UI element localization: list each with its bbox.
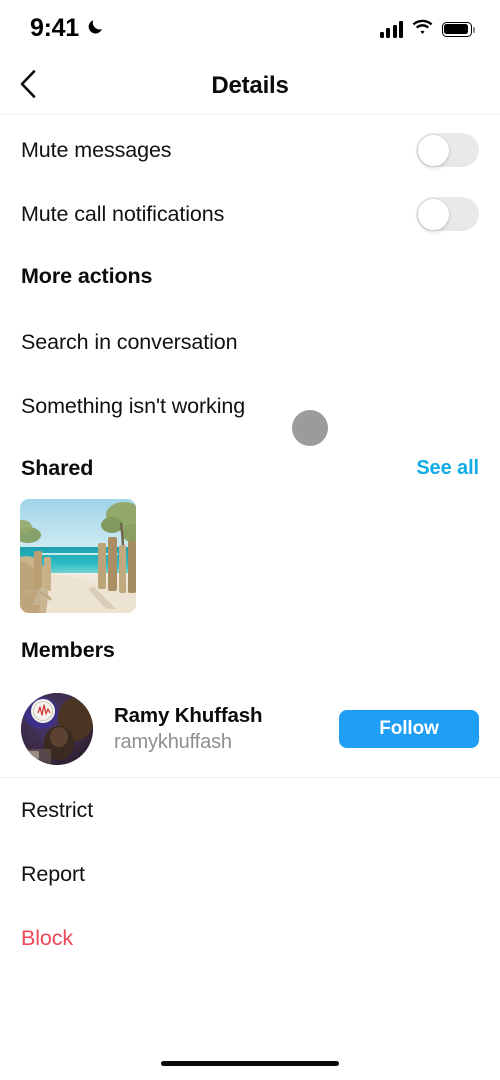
- mute-messages-row[interactable]: Mute messages: [0, 118, 500, 182]
- mute-messages-label: Mute messages: [21, 137, 172, 162]
- follow-button[interactable]: Follow: [339, 710, 479, 748]
- search-in-conversation-row[interactable]: Search in conversation: [0, 310, 500, 374]
- status-bar-left: 9:41: [30, 14, 105, 42]
- crescent-moon-icon: [86, 17, 105, 41]
- back-button[interactable]: [6, 64, 50, 108]
- toggle-knob: [417, 198, 449, 230]
- something-isnt-working-label: Something isn't working: [21, 393, 246, 418]
- member-list-item[interactable]: Ramy Khuffash ramykhuffash Follow: [0, 693, 500, 765]
- more-actions-title: More actions: [21, 263, 153, 288]
- member-name: Ramy Khuffash: [114, 703, 263, 727]
- shared-media-thumbnail[interactable]: [20, 499, 136, 613]
- status-bar-clock: 9:41: [30, 14, 79, 42]
- report-label: Report: [21, 861, 85, 886]
- report-row[interactable]: Report: [0, 842, 500, 906]
- block-row[interactable]: Block: [0, 906, 500, 970]
- restrict-row[interactable]: Restrict: [0, 778, 500, 842]
- status-bar-right: [379, 19, 475, 40]
- more-actions-section-header: More actions: [0, 248, 500, 304]
- members-title: Members: [21, 637, 115, 662]
- cellular-signal-icon: [379, 20, 403, 38]
- block-label: Block: [21, 925, 74, 950]
- status-bar: 9:41: [0, 0, 500, 58]
- toggle-knob: [417, 134, 449, 166]
- shared-title: Shared: [21, 455, 94, 480]
- wifi-icon: [412, 19, 433, 40]
- navigation-header: Details: [0, 58, 500, 115]
- member-avatar[interactable]: [21, 693, 93, 765]
- search-in-conversation-label: Search in conversation: [21, 329, 238, 354]
- battery-full-icon: [442, 21, 475, 37]
- restrict-label: Restrict: [21, 797, 94, 822]
- member-text: Ramy Khuffash ramykhuffash: [114, 703, 339, 756]
- something-isnt-working-row[interactable]: Something isn't working: [0, 374, 500, 438]
- see-all-link[interactable]: See all: [416, 457, 479, 480]
- chevron-left-icon: [18, 69, 38, 104]
- member-username: ramykhuffash: [114, 731, 232, 754]
- shared-section-header: Shared See all: [0, 440, 500, 496]
- page-title: Details: [211, 72, 289, 99]
- mute-calls-label: Mute call notifications: [21, 201, 225, 226]
- phone-screen: 9:41 Details Mute messages Mute call not…: [0, 0, 500, 1080]
- members-section-header: Members: [0, 622, 500, 678]
- home-indicator[interactable]: [161, 1061, 339, 1066]
- mute-calls-row[interactable]: Mute call notifications: [0, 182, 500, 246]
- mute-calls-toggle[interactable]: [416, 197, 479, 231]
- mute-messages-toggle[interactable]: [416, 133, 479, 167]
